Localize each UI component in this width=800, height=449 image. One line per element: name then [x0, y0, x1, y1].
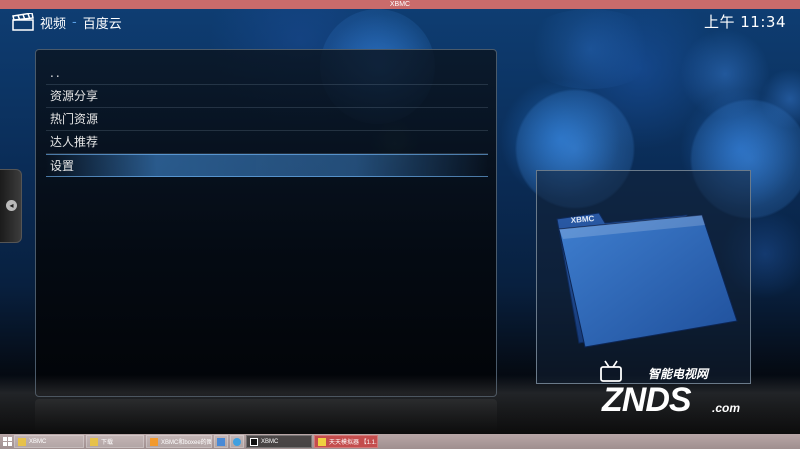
- folder-icon: [18, 437, 26, 446]
- start-button[interactable]: [0, 434, 14, 449]
- taskbar-item-app-2[interactable]: [230, 435, 244, 448]
- window-title-bar: XBMC: [0, 0, 800, 9]
- taskbar-item-app-1[interactable]: [214, 435, 228, 448]
- xbmc-icon: [250, 437, 258, 446]
- taskbar-item-xbmc-folder[interactable]: XBMC: [14, 435, 84, 448]
- list-item-label: ..: [50, 66, 62, 80]
- breadcrumb-separator: -: [72, 14, 77, 30]
- windows-logo-icon: [2, 437, 12, 446]
- list-item-recommendations[interactable]: 达人推荐: [46, 131, 488, 154]
- arrow-left-icon: ◂: [6, 200, 17, 211]
- watermark-cn: 智能电视网: [648, 367, 709, 381]
- list-item-label: 资源分享: [50, 89, 99, 103]
- emulator-icon: [318, 437, 326, 446]
- list-item-label: 达人推荐: [50, 135, 99, 149]
- file-list-panel: .. 资源分享 热门资源 达人推荐 设置: [35, 49, 497, 397]
- file-list: .. 资源分享 热门资源 达人推荐 设置: [46, 62, 488, 177]
- watermark-suffix: .com: [712, 401, 741, 415]
- app-icon: [217, 437, 225, 446]
- browser-icon: [150, 437, 158, 446]
- clock: 上午 11:34: [704, 13, 786, 31]
- location-title: 百度云: [82, 16, 122, 32]
- list-item-parent[interactable]: ..: [46, 62, 488, 85]
- folder-icon: XBMC: [556, 212, 738, 348]
- clapperboard-icon: [12, 13, 34, 31]
- taskbar-item-downloads[interactable]: 下载: [86, 435, 144, 448]
- list-item-label: 热门资源: [50, 112, 99, 126]
- folder-icon: [90, 437, 98, 446]
- taskbar-item-emulator[interactable]: 天天模拟器 【1.1.10...: [314, 435, 378, 448]
- side-menu-tab[interactable]: ◂: [0, 169, 22, 243]
- watermark-en: ZNDS: [602, 381, 692, 419]
- section-title: 视频: [40, 16, 67, 32]
- taskbar-item-xbmc-app[interactable]: XBMC: [246, 435, 312, 448]
- taskbar-item-browser[interactable]: XBMC和boxee的图...: [146, 435, 212, 448]
- znds-watermark: 智能电视网 ZNDS .com: [590, 359, 760, 429]
- list-item-settings[interactable]: 设置: [46, 154, 488, 177]
- xbmc-app: 视频 - 百度云 上午 11:34 ◂ .. 资源分享 热门资源 达人推荐 设置: [0, 9, 800, 434]
- list-item-label: 设置: [50, 159, 75, 173]
- app-icon: [233, 437, 241, 446]
- tv-icon: [600, 360, 622, 382]
- window-title: XBMC: [389, 1, 411, 8]
- list-item-resource-share[interactable]: 资源分享: [46, 85, 488, 108]
- list-item-hot-resources[interactable]: 热门资源: [46, 108, 488, 131]
- taskbar: XBMC 下载 XBMC和boxee的图... XBMC 天天模拟器 【1.1.…: [0, 434, 800, 449]
- thumbnail-frame: XBMC: [536, 170, 751, 384]
- breadcrumb: 视频 - 百度云: [12, 11, 122, 33]
